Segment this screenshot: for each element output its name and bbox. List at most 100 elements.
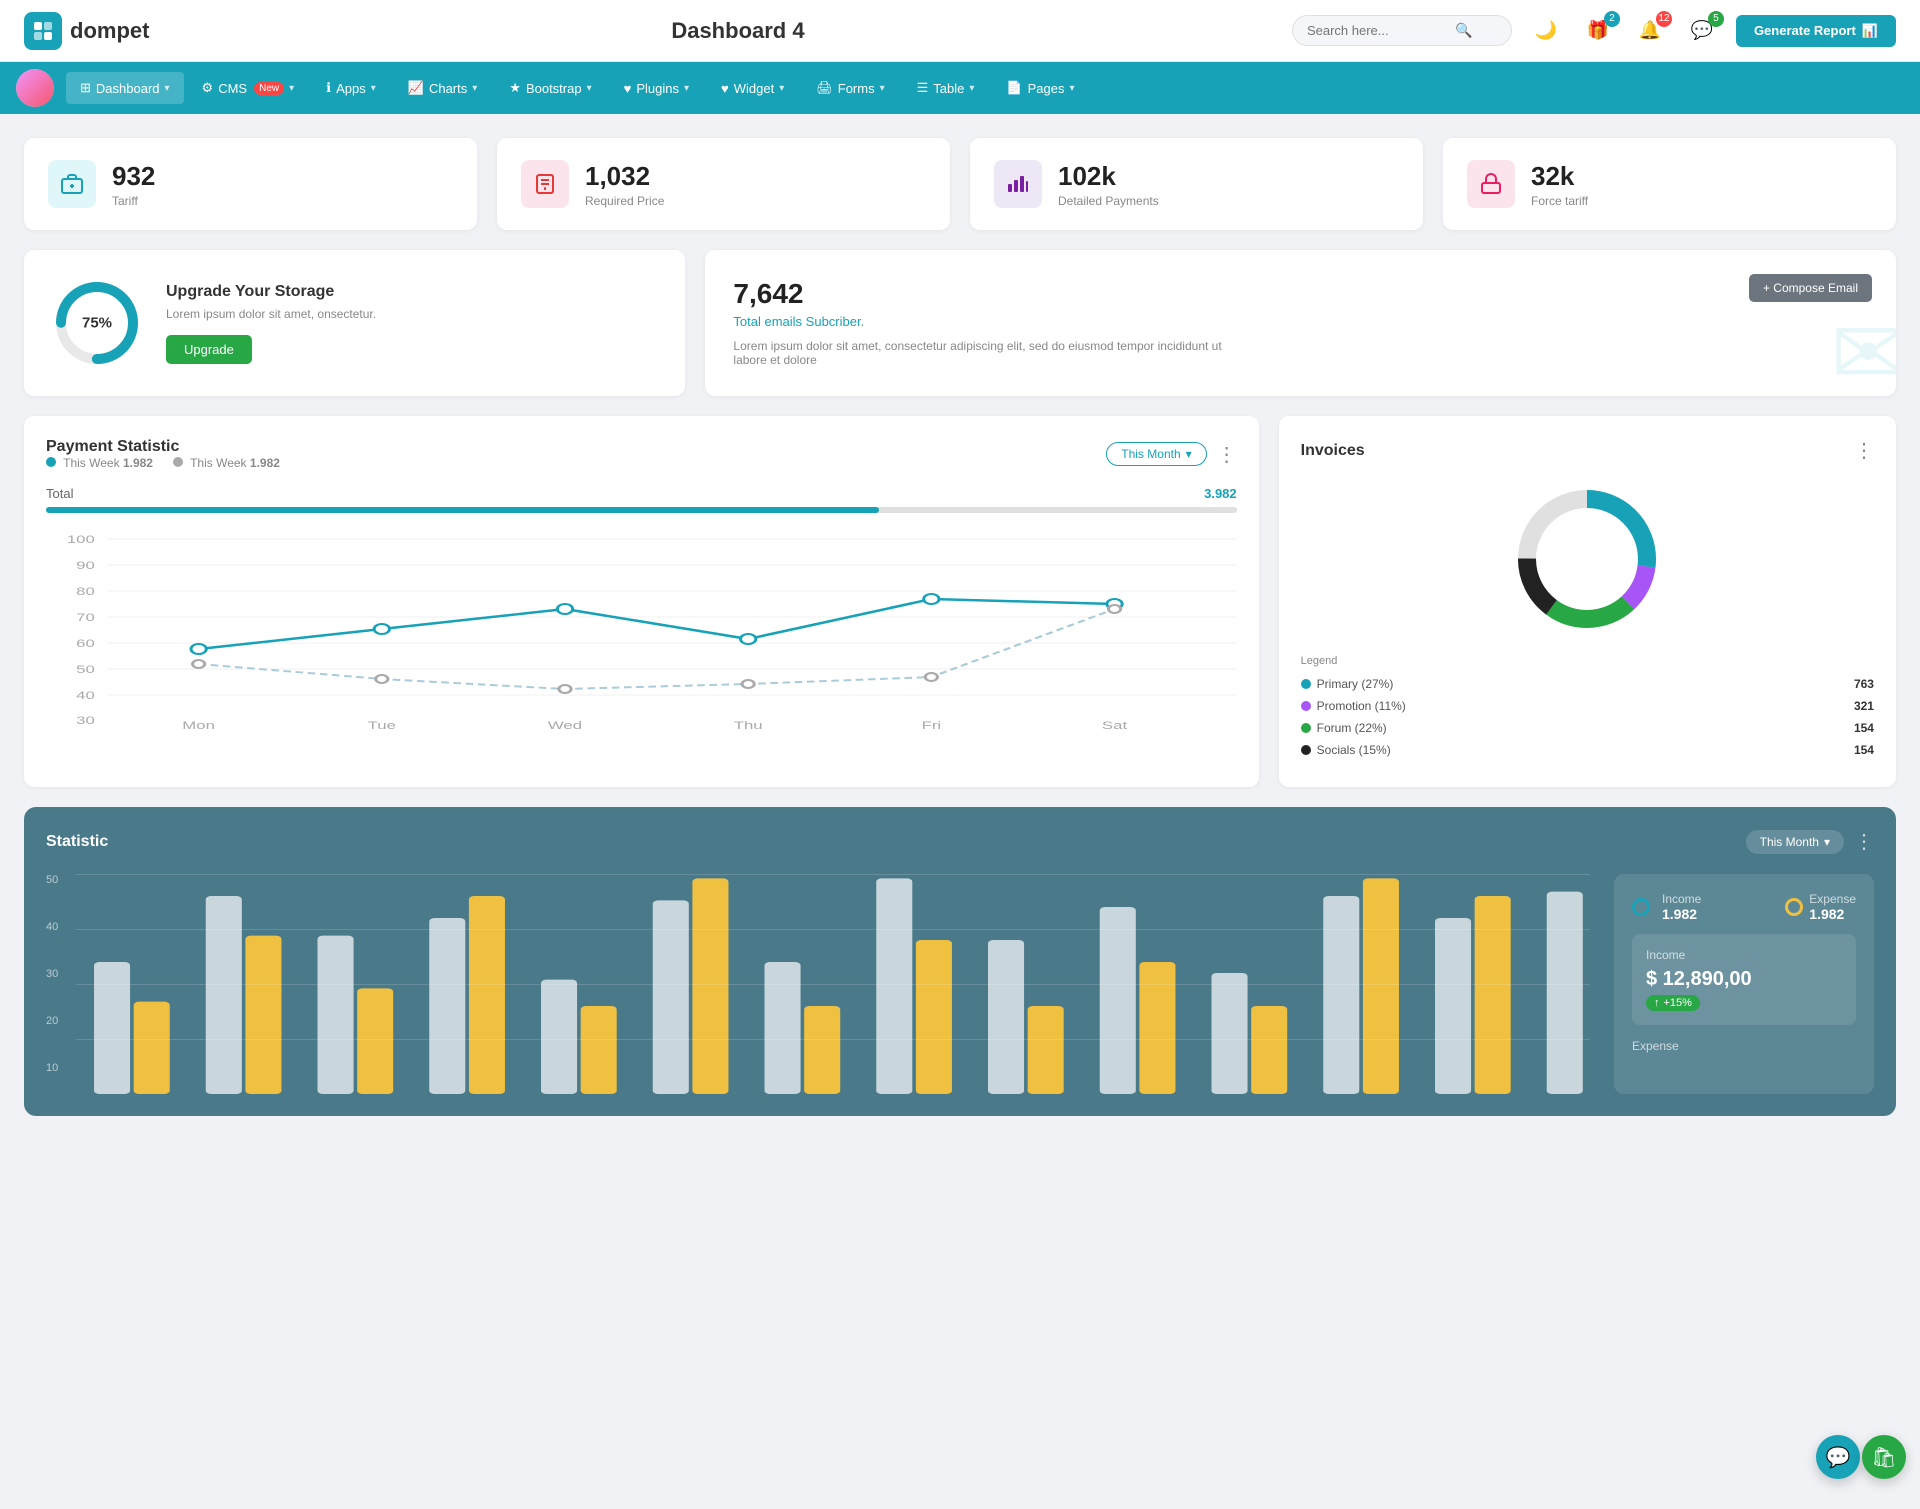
nav-item-charts[interactable]: 📈 Charts ▾	[394, 72, 492, 104]
storage-percent: 75%	[82, 315, 112, 332]
nav-item-table[interactable]: ☰ Table ▾	[903, 72, 989, 104]
primary-label: Primary (27%)	[1317, 677, 1394, 691]
force-tariff-num: 32k	[1531, 161, 1588, 192]
legend-row-socials: Socials (15%) 154	[1301, 743, 1874, 757]
stat-card-required-price: 1,032 Required Price	[497, 138, 950, 230]
nav-item-widget[interactable]: ♥ Widget ▾	[707, 73, 798, 104]
income-legend-val: 1.982	[1662, 906, 1701, 922]
float-chat-button[interactable]: 💬	[1816, 1435, 1860, 1479]
expense-legend-label: Expense	[1809, 892, 1856, 906]
topbar-icons: 🌙 🎁 2 🔔 12 💬 5 Generate Report 📊	[1528, 13, 1896, 49]
legend-left-forum: Forum (22%)	[1301, 721, 1387, 735]
storage-donut: 75%	[52, 278, 142, 368]
nav-label-cms: CMS	[218, 81, 247, 96]
statistic-controls: This Month ▾ ⋮	[1746, 829, 1874, 854]
apps-arrow: ▾	[371, 83, 376, 94]
nav-item-pages[interactable]: 📄 Pages ▾	[992, 72, 1088, 104]
nav-item-cms[interactable]: ⚙ CMS New ▾	[188, 72, 309, 104]
line-chart-svg: 100 90 80 70 60 50 40 30 Mon Tue Wed Thu…	[46, 529, 1237, 729]
payment-progress-bar	[46, 507, 1237, 513]
svg-text:80: 80	[76, 586, 95, 598]
navbar: ⊞ Dashboard ▾ ⚙ CMS New ▾ ℹ Apps ▾ 📈 Cha…	[0, 62, 1920, 114]
nav-item-plugins[interactable]: ♥ Plugins ▾	[610, 73, 703, 104]
y-20: 20	[46, 1015, 76, 1027]
nav-item-bootstrap[interactable]: ★ Bootstrap ▾	[495, 72, 605, 104]
promotion-label: Promotion (11%)	[1317, 699, 1406, 713]
income-detail-card: Income $ 12,890,00 ↑ +15%	[1632, 934, 1856, 1025]
tariff-num: 932	[112, 161, 155, 192]
legend-item-1: This Week 1.982	[46, 456, 153, 470]
income-badge-pct: +15%	[1664, 997, 1692, 1009]
income-badge: ↑ +15%	[1646, 995, 1700, 1011]
this-month-filter-button[interactable]: This Month ▾	[1106, 442, 1206, 466]
primary-val: 763	[1854, 677, 1874, 691]
statistic-filter-button[interactable]: This Month ▾	[1746, 830, 1844, 854]
email-subtitle: Total emails Subcriber.	[733, 314, 1868, 329]
nav-item-apps[interactable]: ℹ Apps ▾	[312, 72, 390, 104]
tariff-info: 932 Tariff	[112, 161, 155, 208]
forum-dot	[1301, 723, 1311, 733]
nav-label-bootstrap: Bootstrap	[526, 81, 582, 96]
dark-mode-btn[interactable]: 🌙	[1528, 13, 1564, 49]
float-shop-button[interactable]: 🛍	[1862, 1435, 1906, 1479]
bell-btn[interactable]: 🔔 12	[1632, 13, 1668, 49]
payment-header: Payment Statistic This Week 1.982 This W…	[46, 438, 1237, 470]
nav-label-dashboard: Dashboard	[96, 81, 160, 96]
socials-val: 154	[1854, 743, 1874, 757]
grid-line-50	[76, 874, 1590, 875]
search-bar[interactable]: 🔍	[1292, 15, 1512, 46]
logo: dompet	[24, 12, 184, 50]
legend-val-1: 1.982	[123, 456, 153, 470]
cms-icon: ⚙	[202, 80, 214, 96]
y-30: 30	[46, 968, 76, 980]
total-label: Total	[46, 486, 73, 501]
force-tariff-info: 32k Force tariff	[1531, 161, 1588, 208]
chat-btn-top[interactable]: 💬 5	[1684, 13, 1720, 49]
search-input[interactable]	[1307, 23, 1447, 38]
expense-legend-info: Expense 1.982	[1785, 892, 1856, 922]
bootstrap-icon: ★	[509, 80, 521, 96]
legend-left-socials: Socials (15%)	[1301, 743, 1391, 757]
nav-label-pages: Pages	[1028, 81, 1065, 96]
statistic-section: Statistic This Month ▾ ⋮ 50 40 30 20	[24, 807, 1896, 1116]
legend-dot-2	[173, 457, 183, 467]
nav-item-dashboard[interactable]: ⊞ Dashboard ▾	[66, 72, 184, 104]
legend-dot-1	[46, 457, 56, 467]
invoices-title: Invoices	[1301, 442, 1365, 460]
y-40: 40	[46, 921, 76, 933]
expense-legend-circle	[1785, 898, 1803, 916]
dashboard-arrow: ▾	[165, 83, 170, 94]
forms-icon: 🖨	[816, 80, 833, 96]
nav-label-table: Table	[933, 81, 964, 96]
income-legend-row: Income 1.982 Expense 1.982	[1632, 892, 1856, 922]
expense-label-text: Expense	[1632, 1039, 1856, 1053]
nav-item-forms[interactable]: 🖨 Forms ▾	[802, 72, 898, 104]
invoices-donut-wrap	[1301, 479, 1874, 639]
detailed-payments-label: Detailed Payments	[1058, 194, 1159, 208]
svg-text:Sat: Sat	[1102, 720, 1127, 732]
nav-label-widget: Widget	[734, 81, 774, 96]
gift-btn[interactable]: 🎁 2	[1580, 13, 1616, 49]
payment-title: Payment Statistic	[46, 438, 280, 456]
compose-email-button[interactable]: + Compose Email	[1749, 274, 1872, 302]
total-value: 3.982	[1204, 486, 1237, 501]
grid-line-30	[76, 984, 1590, 985]
svg-text:70: 70	[76, 612, 95, 624]
email-count: 7,642	[733, 278, 1868, 310]
invoices-more-button[interactable]: ⋮	[1854, 438, 1874, 463]
required-price-info: 1,032 Required Price	[585, 161, 664, 208]
charts-icon: 📈	[408, 80, 424, 96]
generate-report-button[interactable]: Generate Report 📊	[1736, 15, 1896, 47]
statistic-more-button[interactable]: ⋮	[1854, 829, 1874, 854]
force-tariff-icon	[1467, 160, 1515, 208]
stat-card-detailed-payments: 102k Detailed Payments	[970, 138, 1423, 230]
legend-left-primary: Primary (27%)	[1301, 677, 1394, 691]
nav-label-plugins: Plugins	[636, 81, 679, 96]
logo-icon	[24, 12, 62, 50]
payment-more-button[interactable]: ⋮	[1217, 442, 1237, 467]
upgrade-button[interactable]: Upgrade	[166, 335, 252, 364]
cms-arrow: ▾	[289, 83, 294, 94]
grid-line-20	[76, 1039, 1590, 1040]
storage-info: Upgrade Your Storage Lorem ipsum dolor s…	[166, 283, 376, 364]
chat-badge: 5	[1708, 11, 1724, 27]
